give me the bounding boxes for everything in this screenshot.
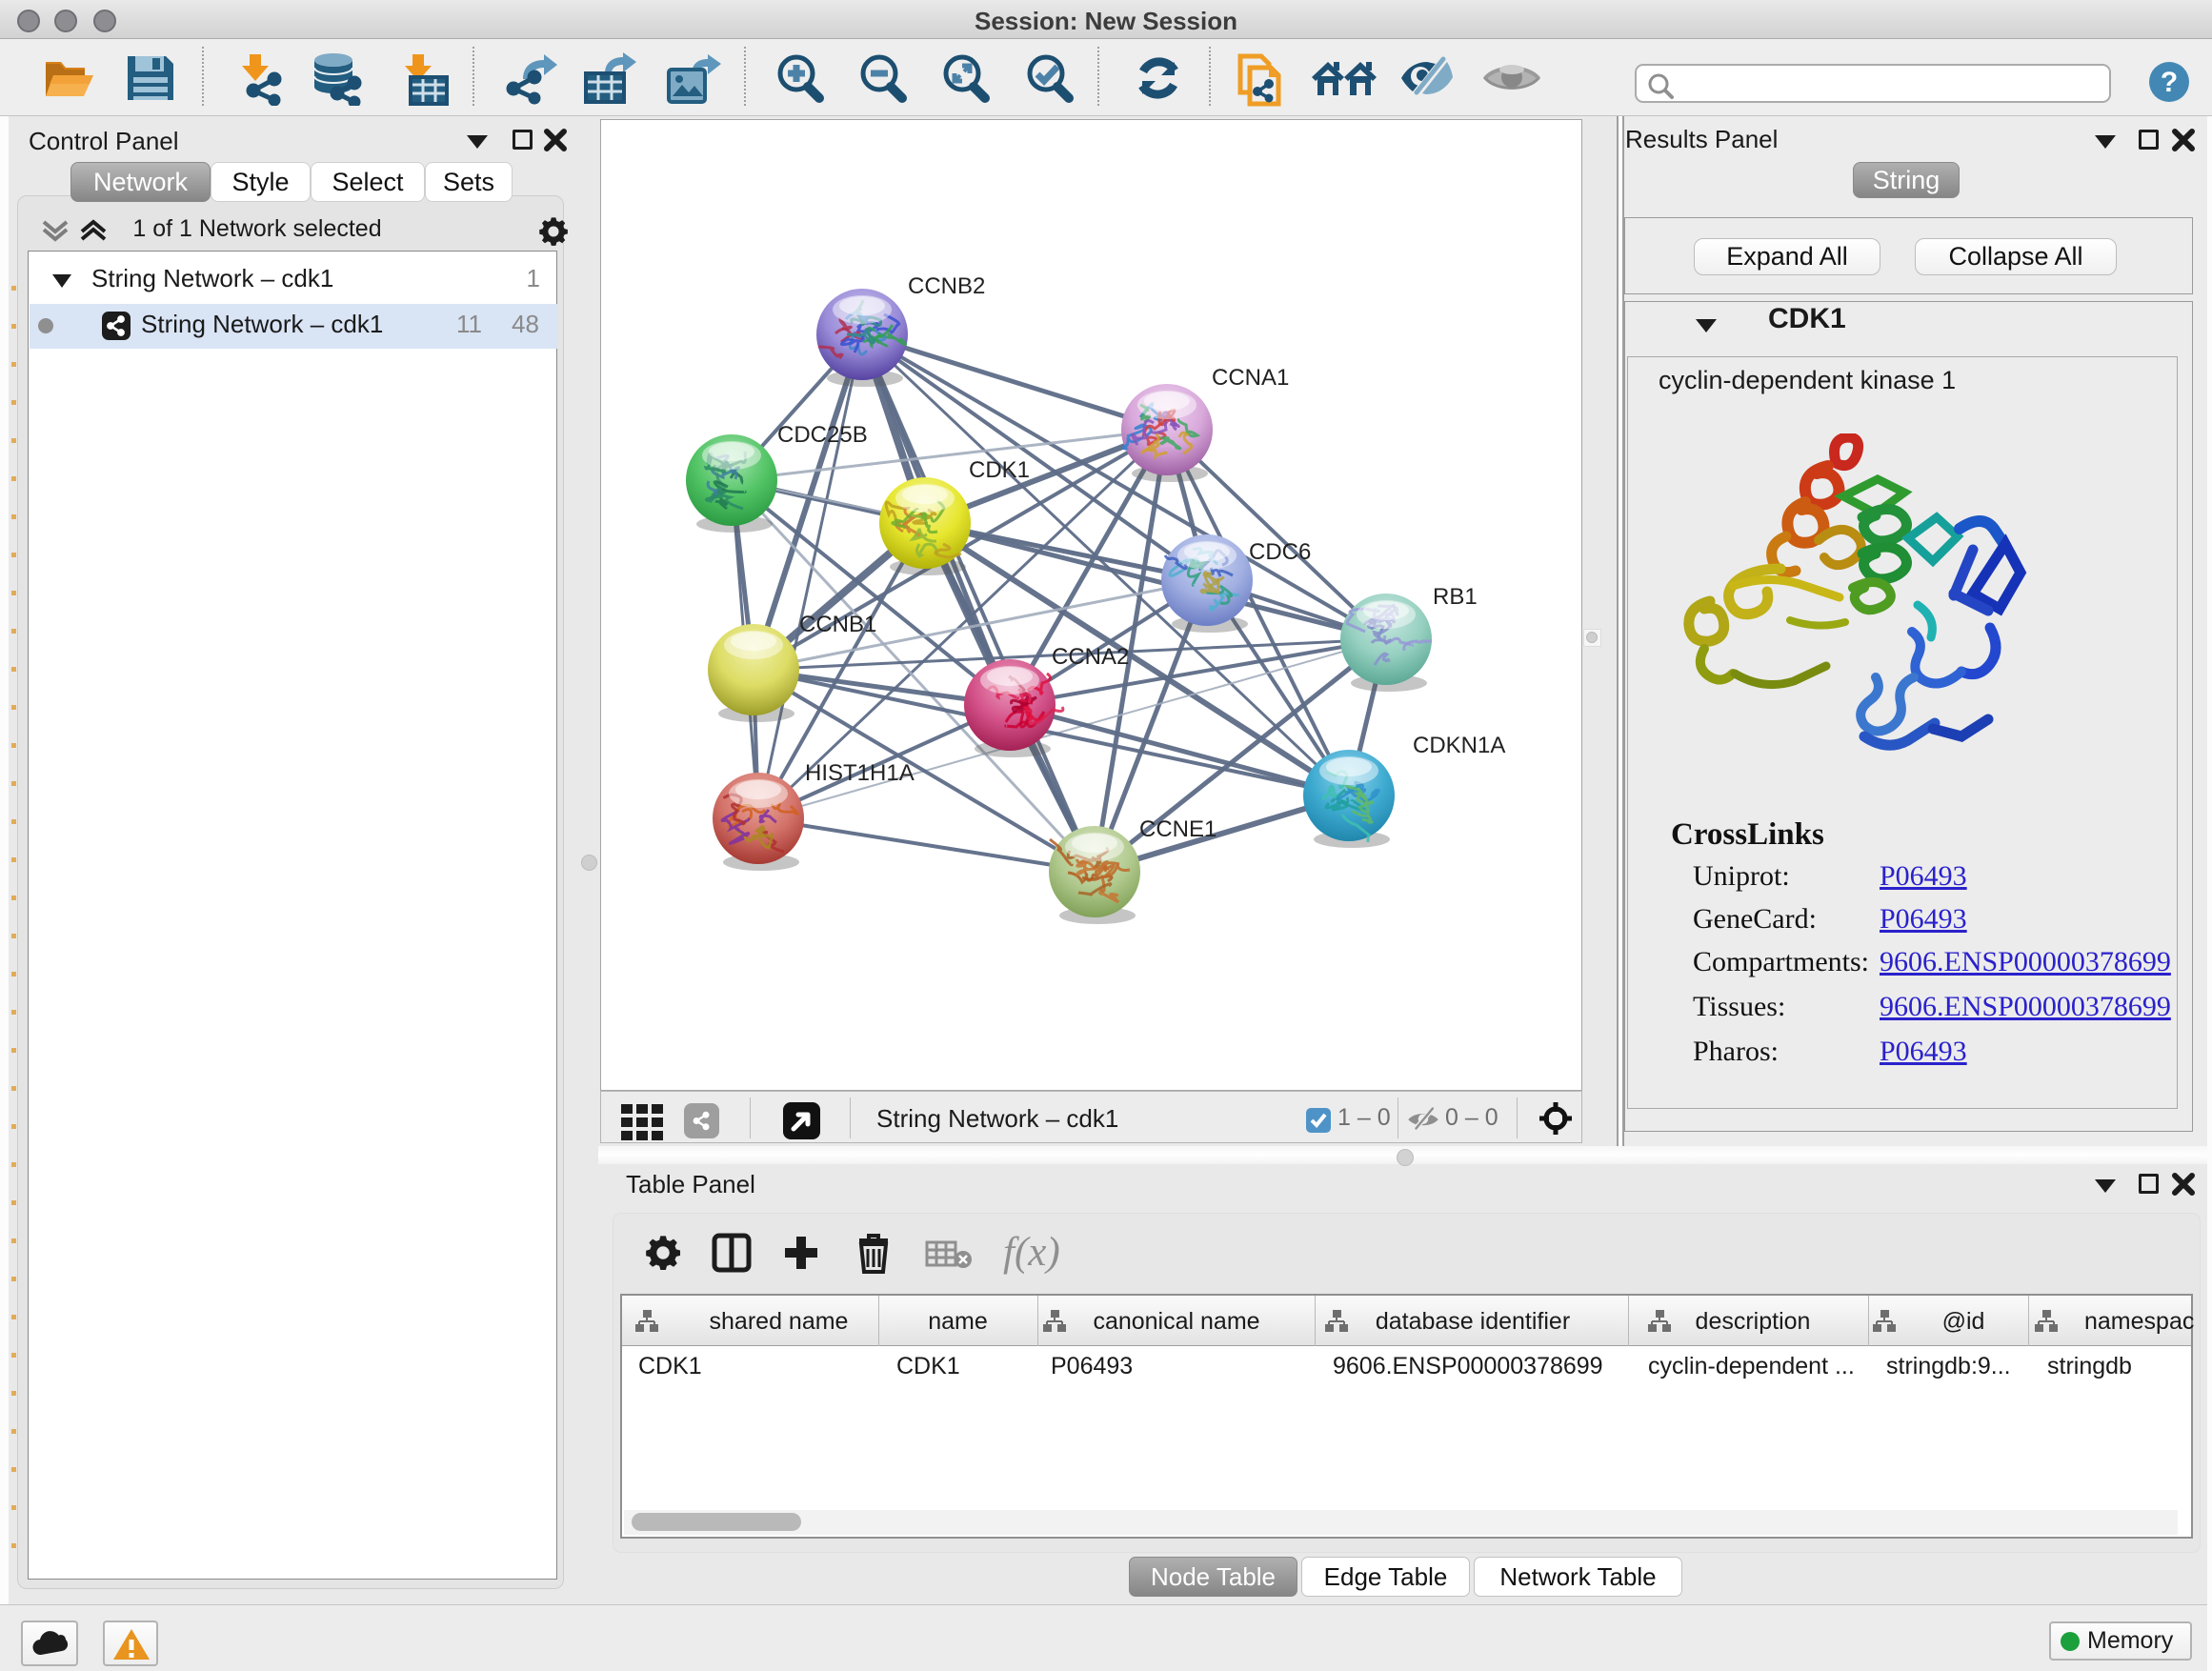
- svg-text:CDKN1A: CDKN1A: [1413, 733, 1505, 758]
- svg-text:CCNE1: CCNE1: [1139, 816, 1217, 842]
- svg-text:CDK1: CDK1: [969, 457, 1030, 483]
- svg-text:CCNA2: CCNA2: [1052, 644, 1129, 670]
- svg-text:CCNB2: CCNB2: [908, 273, 985, 299]
- svg-text:CDC6: CDC6: [1249, 539, 1311, 565]
- svg-text:CCNB1: CCNB1: [799, 612, 876, 637]
- svg-text:CDC25B: CDC25B: [777, 422, 868, 448]
- svg-text:CCNA1: CCNA1: [1212, 365, 1289, 391]
- svg-text:HIST1H1A: HIST1H1A: [805, 760, 915, 786]
- svg-text:?: ?: [2161, 67, 2178, 98]
- svg-text:RB1: RB1: [1433, 584, 1478, 610]
